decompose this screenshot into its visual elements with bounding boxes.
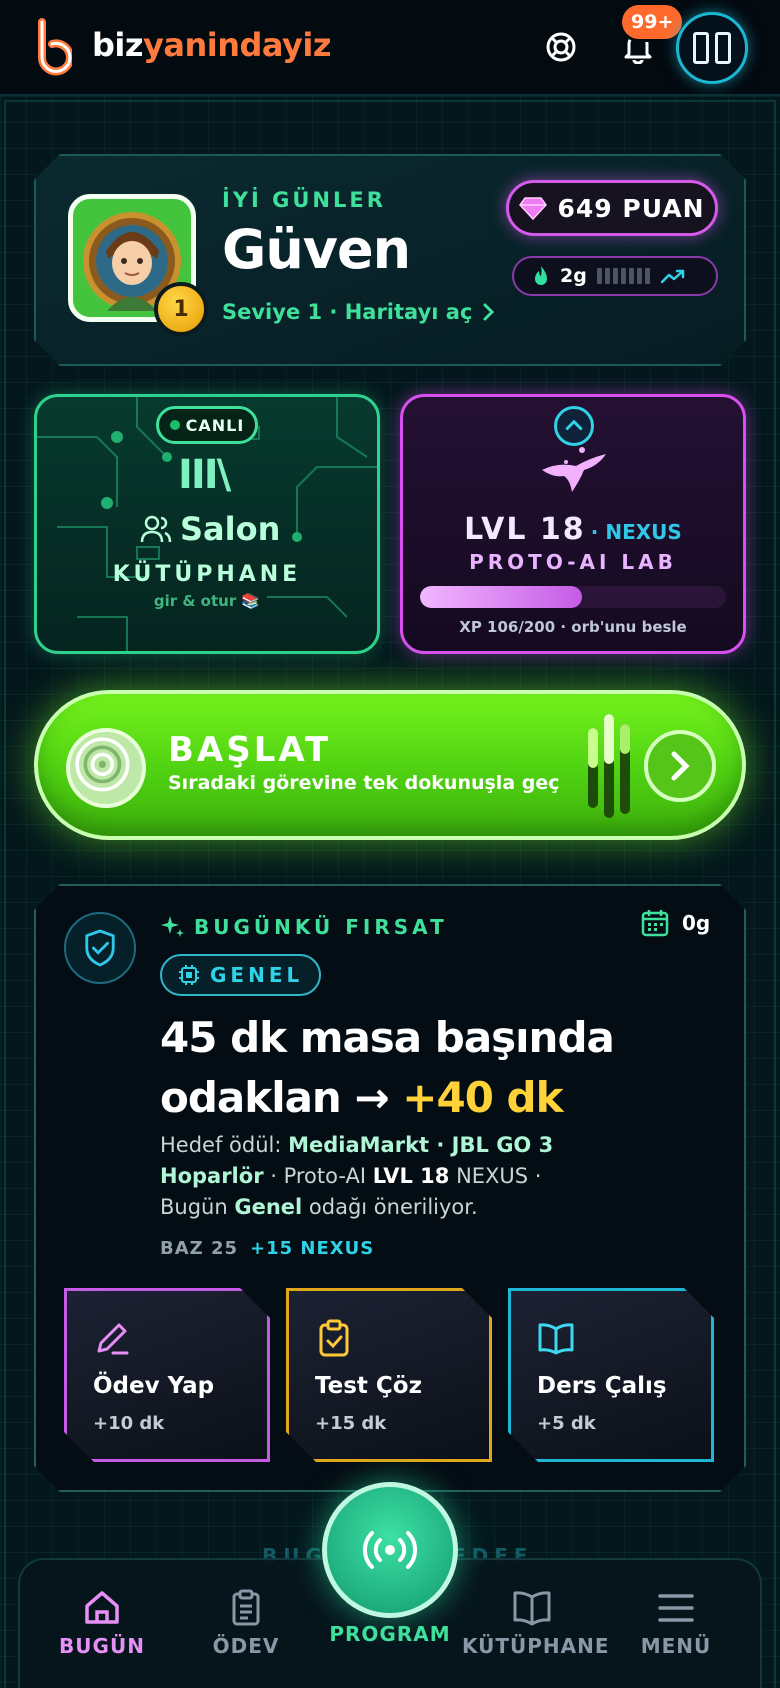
nav-item-odev[interactable]: ÖDEV <box>176 1588 316 1658</box>
headline-line-1: 45 dk masa başında <box>160 1013 615 1062</box>
brand-name-part2: yanindayiz <box>143 26 331 64</box>
opportunity-tag-label: BUGÜNKÜ FIRSAT <box>194 915 448 939</box>
sparkles-icon <box>161 916 184 937</box>
action-title: Ödev Yap <box>93 1373 215 1399</box>
orb-creature-icon <box>542 447 606 492</box>
top-bar: bizyanindayiz 99+ <box>0 0 780 96</box>
nav-item-label: ÖDEV <box>212 1634 280 1658</box>
bonus-value: +15 NEXUS <box>250 1238 375 1259</box>
layout-toggle-button[interactable] <box>676 12 748 84</box>
clipboard-check-icon <box>315 1319 353 1357</box>
nexus-level-value: LVL 18 <box>464 512 586 547</box>
nav-item-label: BUGÜN <box>59 1634 145 1658</box>
layout-pane-icon <box>693 32 709 64</box>
brand-logo-icon[interactable] <box>32 18 72 76</box>
program-fab-button[interactable] <box>322 1482 458 1618</box>
salon-hint: gir & otur 📚 <box>153 592 261 610</box>
home-icon <box>85 1591 119 1624</box>
opportunity-days-value: 0g <box>682 911 711 935</box>
nav-item-kutuphane[interactable]: KÜTÜPHANE <box>462 1588 609 1658</box>
chevron-right-icon <box>483 303 495 321</box>
open-book-icon <box>537 1319 575 1357</box>
reward-level: LVL 18 <box>372 1164 450 1188</box>
diamond-icon <box>519 197 548 220</box>
nexus-level: LVL 18 · NEXUS <box>400 512 746 547</box>
nav-item-menu[interactable]: MENÜ <box>606 1588 746 1658</box>
layout-pane-icon <box>715 32 731 64</box>
nav-item-bugun[interactable]: BUGÜN <box>32 1588 172 1658</box>
start-title: BAŞLAT <box>168 730 332 770</box>
help-lifebuoy-icon[interactable] <box>544 30 578 64</box>
action-study-card[interactable]: Ders Çalış +5 dk <box>508 1288 714 1462</box>
streak-progress-bars <box>596 268 650 284</box>
target-icon <box>66 728 146 808</box>
reward-mid: · Proto-AI <box>263 1164 373 1188</box>
xp-progress-bar <box>420 586 726 608</box>
brand-name-part1: biz <box>92 26 144 64</box>
trending-up-icon <box>660 269 685 284</box>
action-minutes: +10 dk <box>93 1413 165 1434</box>
headline-line-2: odaklan → <box>160 1073 403 1122</box>
calendar-icon <box>641 910 669 937</box>
category-chip-label: GENEL <box>210 963 304 987</box>
category-chip[interactable]: GENEL <box>160 954 322 996</box>
nexus-name: · NEXUS <box>590 520 682 544</box>
nexus-lab-title: PROTO-AI LAB <box>469 550 677 574</box>
user-name: Güven <box>222 218 411 281</box>
streak-value: 2g <box>560 265 587 287</box>
action-title: Test Çöz <box>315 1373 422 1399</box>
action-homework-card[interactable]: Ödev Yap +10 dk <box>64 1288 270 1462</box>
brand-name[interactable]: bizyanindayiz <box>92 26 331 64</box>
action-test-card[interactable]: Test Çöz +15 dk <box>286 1288 492 1462</box>
salon-glyph: III\ <box>178 452 231 498</box>
users-icon <box>140 515 172 543</box>
energy-bars-icon <box>588 714 630 818</box>
clipboard-list-icon <box>232 1589 260 1626</box>
xp-progress-fill <box>420 586 583 608</box>
salon-title-label: Salon <box>180 510 281 548</box>
base-value: BAZ 25 <box>160 1238 239 1259</box>
points-value: 649 PUAN <box>557 193 705 223</box>
nav-item-label: MENÜ <box>640 1634 712 1658</box>
reward-focus: Genel <box>234 1195 303 1219</box>
nav-item-label: KÜTÜPHANE <box>462 1634 610 1658</box>
shield-check-icon <box>64 912 136 984</box>
cpu-chip-icon <box>179 965 199 985</box>
reward-description: Hedef ödül: MediaMarkt · JBL GO 3 Hoparl… <box>160 1130 580 1223</box>
opportunity-days: 0g <box>640 908 710 938</box>
live-badge-label: CANLI <box>185 415 245 435</box>
points-pill[interactable]: 649 PUAN <box>506 180 718 236</box>
salon-title: Salon <box>140 510 280 548</box>
level-map-link[interactable]: Seviye 1 · Haritayı aç <box>222 300 496 324</box>
xp-text: XP 106/200 · orb'unu besle <box>459 618 687 636</box>
notification-count-badge: 99+ <box>622 5 683 39</box>
level-map-link-label: Seviye 1 · Haritayı aç <box>222 300 473 324</box>
action-title: Ders Çalış <box>537 1373 667 1399</box>
start-arrow-button[interactable] <box>644 730 716 802</box>
pencil-icon <box>93 1319 131 1357</box>
action-minutes: +5 dk <box>537 1413 596 1434</box>
flame-icon <box>535 266 547 285</box>
base-bonus-line: BAZ 25 +15 NEXUS <box>160 1238 374 1259</box>
live-dot-icon <box>169 420 180 430</box>
start-subtitle: Sıradaki görevine tek dokunuşla geç <box>168 772 560 794</box>
level-coin-badge: 1 <box>154 282 208 336</box>
book-icon <box>513 1591 551 1626</box>
live-badge: CANLI <box>156 406 258 444</box>
reward-end: odağı öneriliyor. <box>302 1195 478 1219</box>
opportunity-headline: 45 dk masa başında odaklan → +40 dk <box>160 1008 720 1128</box>
opportunity-tag: BUGÜNKÜ FIRSAT <box>160 914 448 940</box>
hamburger-menu-icon <box>658 1594 694 1622</box>
streak-pill[interactable]: 2g <box>512 256 718 296</box>
headline-bonus: +40 dk <box>402 1073 563 1122</box>
nav-item-program-label[interactable]: PROGRAM <box>300 1622 480 1646</box>
action-minutes: +15 dk <box>315 1413 387 1434</box>
reward-prefix: Hedef ödül: <box>160 1133 289 1157</box>
chevron-right-icon <box>671 751 690 781</box>
salon-subtitle: KÜTÜPHANE <box>112 562 302 587</box>
greeting-text: İYİ GÜNLER <box>222 188 386 212</box>
broadcast-icon <box>362 1531 418 1569</box>
